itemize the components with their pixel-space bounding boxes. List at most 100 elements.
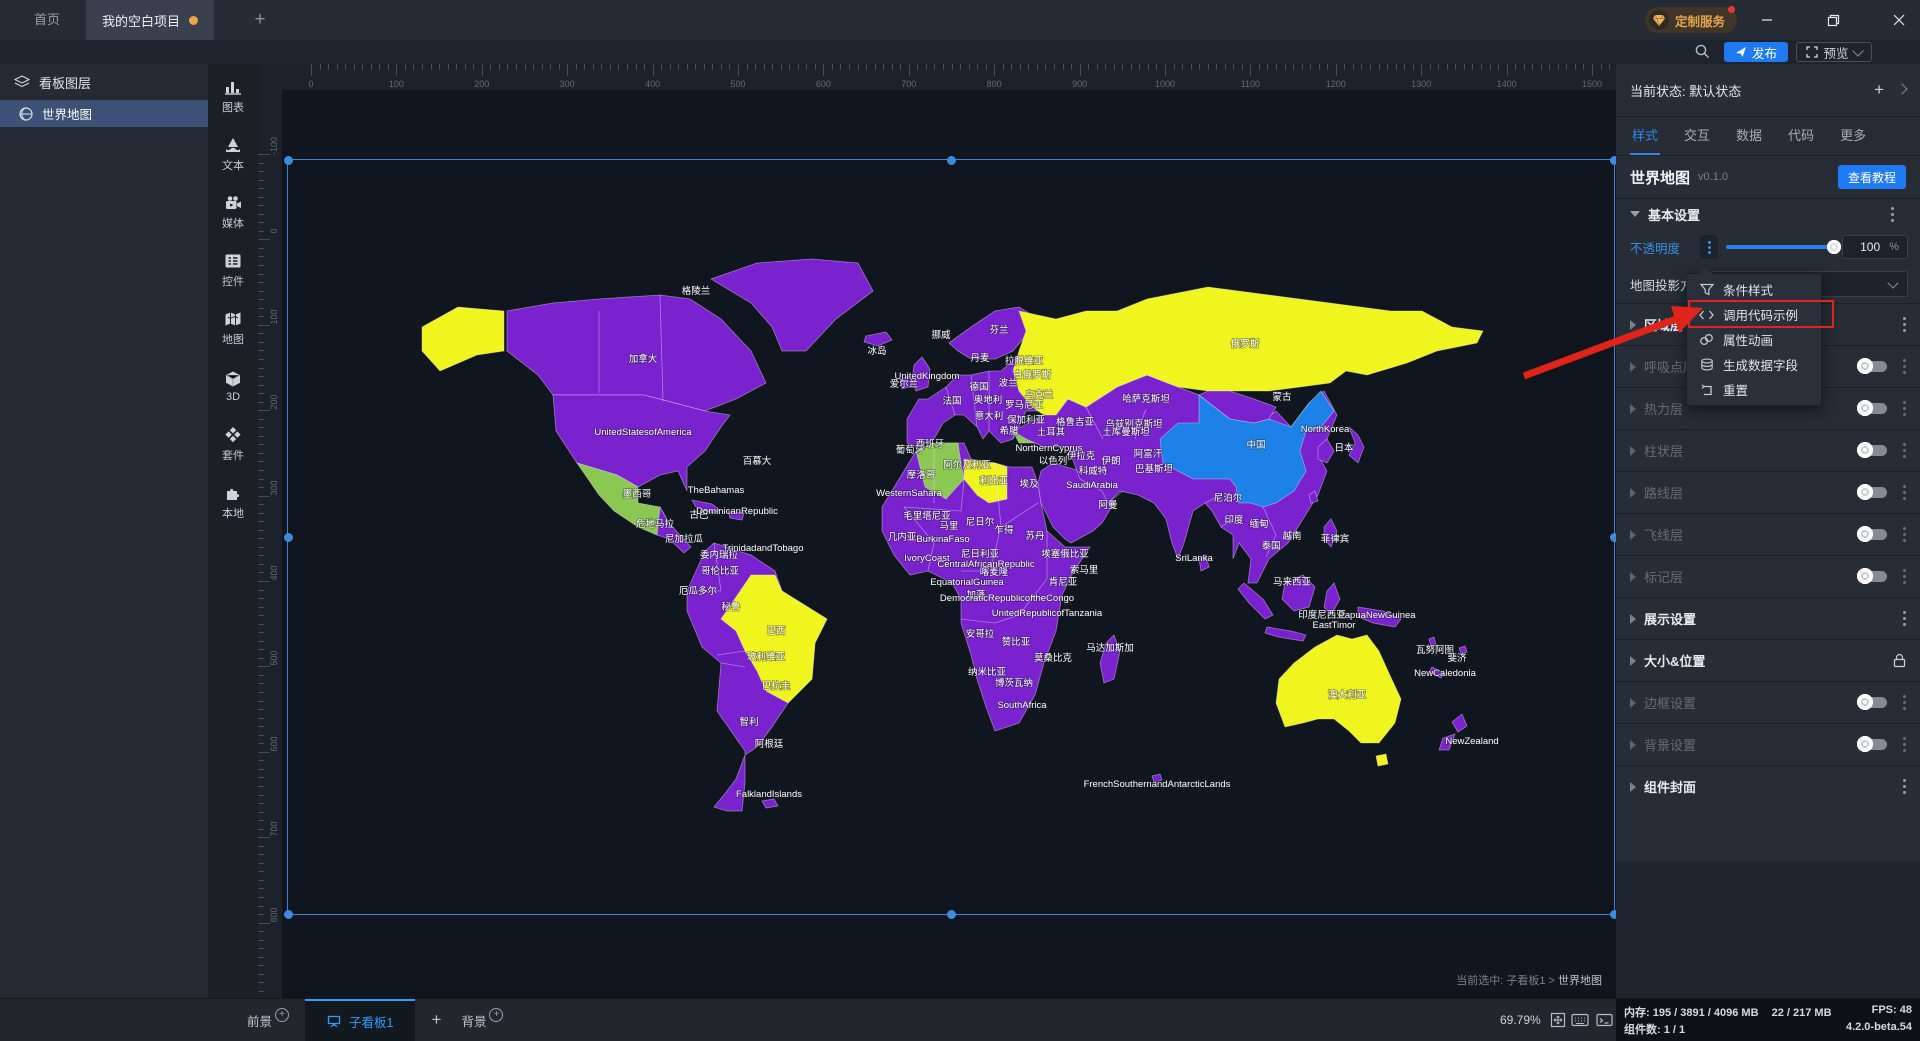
add-state-button[interactable]: + [1874,80,1884,100]
preview-button[interactable]: 预览 [1796,42,1872,62]
opacity-slider[interactable] [1726,240,1841,254]
section-row-柱状层[interactable]: 柱状层 [1616,429,1920,471]
country-canada[interactable] [506,294,767,412]
new-tab-button[interactable]: + [248,8,272,32]
country-tasmania[interactable] [1375,753,1389,767]
console-icon[interactable] [1594,1010,1614,1030]
menu-item-调用代码示例[interactable]: 调用代码示例 [1687,302,1821,327]
country-nz-north[interactable] [1451,713,1468,733]
svg-text:尼加拉瓜: 尼加拉瓜 [665,533,704,545]
tutorial-button[interactable]: 查看教程 [1837,165,1906,189]
selection-hint: 当前选中: 子看板1 > 世界地图 [1456,972,1602,988]
dock-item-media[interactable]: 媒体 [208,186,258,238]
more-icon[interactable] [1903,617,1906,620]
more-icon[interactable] [1903,365,1906,368]
menu-item-属性动画[interactable]: 属性动画 [1687,327,1821,352]
basic-settings-header[interactable]: 基本设置 [1616,199,1920,229]
toggle-off[interactable] [1857,736,1887,752]
zoom-level[interactable]: 69.79% [1500,999,1541,1041]
toggle-off[interactable] [1857,442,1887,458]
country-sumatra[interactable] [1237,582,1274,620]
svg-text:SriLanka: SriLanka [1175,553,1213,564]
country-central-america[interactable] [656,505,692,554]
dock-item-mapicon[interactable]: 地图 [208,302,258,354]
tab-home[interactable]: 首页 [22,0,72,40]
foreground-label: 前景 [247,1014,273,1029]
more-icon[interactable] [1903,491,1906,494]
add-background-icon[interactable]: + [489,1008,504,1022]
publish-button[interactable]: 发布 [1724,42,1788,62]
menu-item-重置[interactable]: 重置 [1687,377,1821,402]
section-row-边框设置[interactable]: 边框设置 [1616,681,1920,723]
lock-icon[interactable] [1893,653,1906,668]
opacity-menu-button[interactable] [1700,235,1718,259]
toggle-off[interactable] [1857,694,1887,710]
more-icon[interactable] [1903,449,1906,452]
section-row-飞线层[interactable]: 飞线层 [1616,513,1920,555]
svg-text:中国: 中国 [1246,439,1265,451]
toggle-off[interactable] [1857,358,1887,374]
inspector-tab-代码[interactable]: 代码 [1788,117,1814,155]
more-icon[interactable] [1903,407,1906,410]
country-java[interactable] [1264,626,1307,642]
country-australia[interactable] [1275,634,1402,744]
section-row-大小&位置[interactable]: 大小&位置 [1616,639,1920,681]
more-icon[interactable] [1903,575,1906,578]
country-falkland[interactable] [761,798,779,809]
toggle-off[interactable] [1857,484,1887,500]
more-icon[interactable] [1903,743,1906,746]
world-map-component[interactable]: 格陵兰 冰岛 加拿大 UnitedStatesofAmerica 墨西哥 古巴 TheBah… [300,170,1530,830]
country-russia[interactable] [1012,286,1484,416]
canvas[interactable]: 0 100 200 300 400 500 600 700 800 900 1000 1100 1200… [258,64,1616,998]
memory-value: 195 / 3891 / 4096 MB [1652,1007,1759,1019]
layer-item-world-map[interactable]: 世界地图 [0,100,208,127]
dock-item-cube[interactable]: 3D [208,360,258,412]
foreground-tab[interactable]: 前景 + [237,999,299,1041]
svg-text:纳米比亚: 纳米比亚 [968,666,1007,678]
minimize-button[interactable] [1752,10,1782,30]
search-icon[interactable] [1694,43,1711,60]
custom-service-badge[interactable]: 定制服务 [1645,6,1738,33]
inspector-tab-交互[interactable]: 交互 [1684,117,1710,155]
more-icon[interactable] [1891,212,1894,216]
menu-item-生成数据字段[interactable]: 生成数据字段 [1687,352,1821,377]
more-icon[interactable] [1903,701,1906,704]
add-foreground-icon[interactable]: + [275,1008,290,1022]
inspector-tab-数据[interactable]: 数据 [1736,117,1762,155]
close-icon[interactable] [1884,10,1914,30]
dock-item-chart[interactable]: 图表 [208,70,258,122]
toggle-off[interactable] [1857,526,1887,542]
inspector-tab-更多[interactable]: 更多 [1840,117,1866,155]
shortcut-keys-icon[interactable] [1570,1010,1590,1030]
opacity-input[interactable]: 100 % [1842,235,1908,259]
inspector-tab-样式[interactable]: 样式 [1629,117,1661,155]
section-row-组件封面[interactable]: 组件封面 [1616,765,1920,807]
section-row-展示设置[interactable]: 展示设置 [1616,597,1920,639]
toggle-off[interactable] [1857,568,1887,584]
section-row-背景设置[interactable]: 背景设置 [1616,723,1920,765]
more-icon[interactable] [1903,323,1906,326]
tab-project-active[interactable]: 我的空白项目 [86,0,215,40]
country-iceland[interactable] [863,331,893,347]
dock-item-text[interactable]: 文本 [208,128,258,180]
subboard-tab-active[interactable]: 子看板1 [305,999,416,1041]
more-icon[interactable] [1903,785,1906,788]
restore-button[interactable] [1818,10,1848,30]
slider-knob[interactable] [1827,240,1841,254]
section-row-标记层[interactable]: 标记层 [1616,555,1920,597]
add-board-button[interactable]: + [421,1010,451,1030]
state-row: 当前状态: 默认状态 + [1616,64,1920,117]
dock-item-puzzle[interactable]: 本地 [208,476,258,528]
svg-text:智利: 智利 [739,716,758,728]
background-tab[interactable]: 背景 + [451,999,513,1041]
fit-screen-icon[interactable] [1548,1010,1568,1030]
section-row-路线层[interactable]: 路线层 [1616,471,1920,513]
svg-text:SouthAfrica: SouthAfrica [997,700,1047,711]
more-icon[interactable] [1903,533,1906,536]
dock-item-kit[interactable]: 套件 [208,418,258,470]
chevron-right-icon[interactable] [1896,82,1908,95]
country-alaska[interactable] [421,306,505,372]
toggle-off[interactable] [1857,400,1887,416]
dock-item-widget[interactable]: 控件 [208,244,258,296]
menu-item-条件样式[interactable]: 条件样式 [1687,277,1821,302]
